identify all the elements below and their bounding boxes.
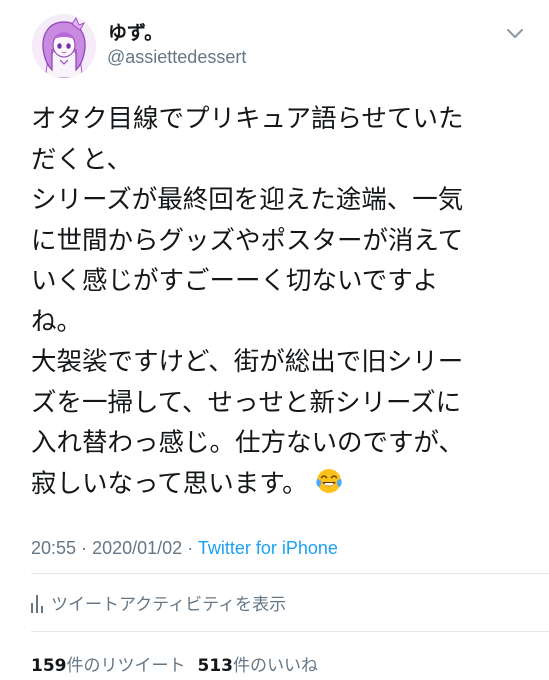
divider [31,573,549,574]
user-handle[interactable]: @assiettedessert [107,47,246,68]
tweet-activity-link[interactable]: ツイートアクティビティを表示 [31,590,286,615]
tweet-line: に世間からグッズやポスターが消えて [31,225,464,256]
tweet-meta: 20:55 · 2020/01/02 · Twitter for iPhone [31,538,338,559]
tweet-line-last: 寂しいなって思います。 [31,464,531,505]
face-with-tears-of-joy-emoji [316,468,342,493]
tweet-time[interactable]: 20:55 [31,538,76,558]
bar-chart-icon [31,594,43,613]
tweet-line: 大袈裟ですけど、街が総出で旧シリー [31,347,464,377]
tweet-line: オタク目線でプリキュア語らせていた [31,104,464,134]
display-name[interactable]: ゆず。 [108,18,163,45]
chevron-down-icon[interactable] [506,28,524,40]
divider [31,631,549,632]
tweet-line: いく感じがすごーーく切ないですよ [31,266,439,296]
tweet-line-text: 寂しいなって思います。 [31,468,308,499]
tweet-activity-label: ツイートアクティビティを表示 [51,595,287,615]
engagement-counts: 159件のリツイート 513件のいいね [31,651,318,676]
tweet-text: オタク目線でプリキュア語らせていた だくと、 シリーズが最終回を迎えた途端、一気… [31,99,531,504]
avatar[interactable] [32,14,96,78]
like-count-label: 件のいいね [233,656,318,676]
tweet-line: ズを一掃して、せっせと新シリーズに [31,387,462,418]
tweet-line: 入れ替わっ感じ。仕方ないのですが、 [31,428,464,458]
retweet-count-link[interactable]: 159件のリツイート [31,656,186,676]
like-count: 513 [197,656,234,676]
meta-separator: · [187,538,194,558]
retweet-count: 159 [31,656,67,676]
avatar-illustration [32,14,96,78]
tweet-line: シリーズが最終回を迎えた途端、一気 [31,185,464,215]
like-count-link[interactable]: 513件のいいね [198,656,319,676]
retweet-count-label: 件のリツイート [66,656,186,676]
tweet-line: だくと、 [31,144,132,175]
tweet-line: ね。 [31,306,83,337]
meta-separator: · [81,538,88,558]
tweet-source-link[interactable]: Twitter for iPhone [198,538,338,558]
tweet-date[interactable]: 2020/01/02 [92,538,182,558]
